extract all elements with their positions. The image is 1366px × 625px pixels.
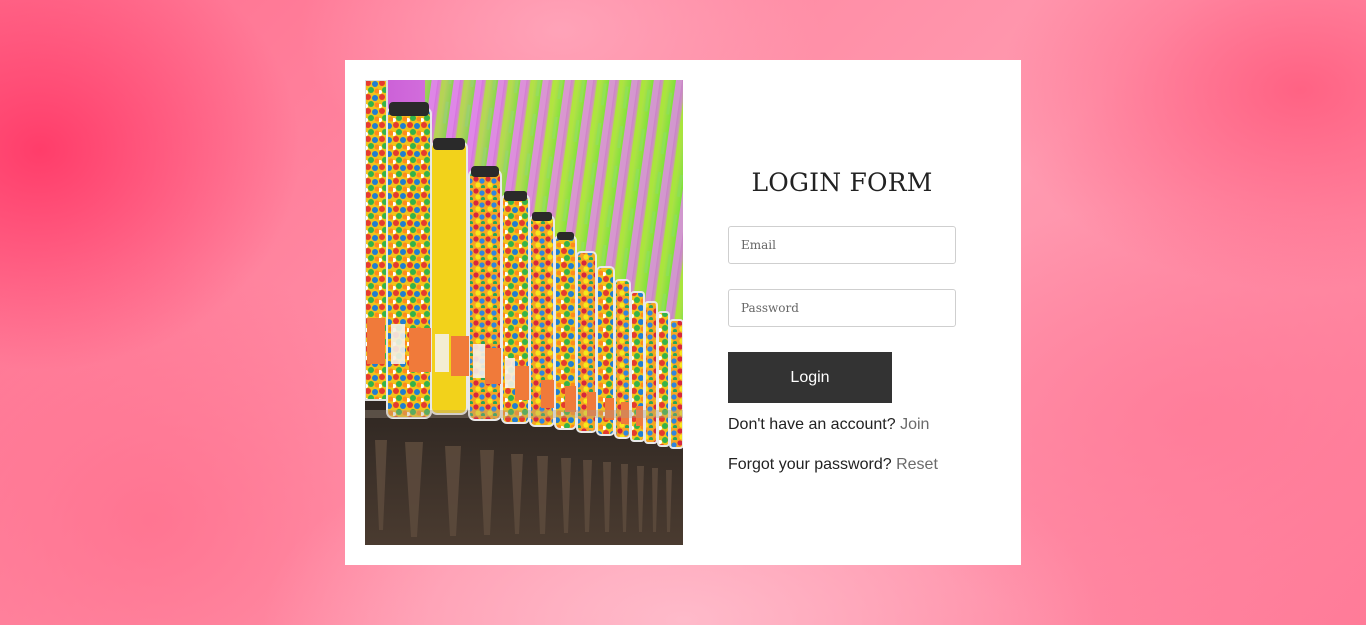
reset-link[interactable]: Reset: [896, 456, 938, 473]
login-card: LOGIN FORM Login Don't have an account? …: [345, 60, 1021, 565]
candy-dispensers-image: [365, 80, 683, 545]
form-title: LOGIN FORM: [751, 168, 933, 197]
password-input[interactable]: [728, 289, 956, 327]
email-input[interactable]: [728, 226, 956, 264]
login-button[interactable]: Login: [728, 352, 892, 403]
signup-prompt: Don't have an account? Join: [728, 416, 929, 434]
join-link[interactable]: Join: [900, 416, 929, 433]
signup-prompt-text: Don't have an account?: [728, 416, 896, 433]
forgot-password-prompt: Forgot your password? Reset: [728, 456, 938, 474]
login-form: LOGIN FORM Login Don't have an account? …: [728, 60, 988, 565]
forgot-prompt-text: Forgot your password?: [728, 456, 892, 473]
